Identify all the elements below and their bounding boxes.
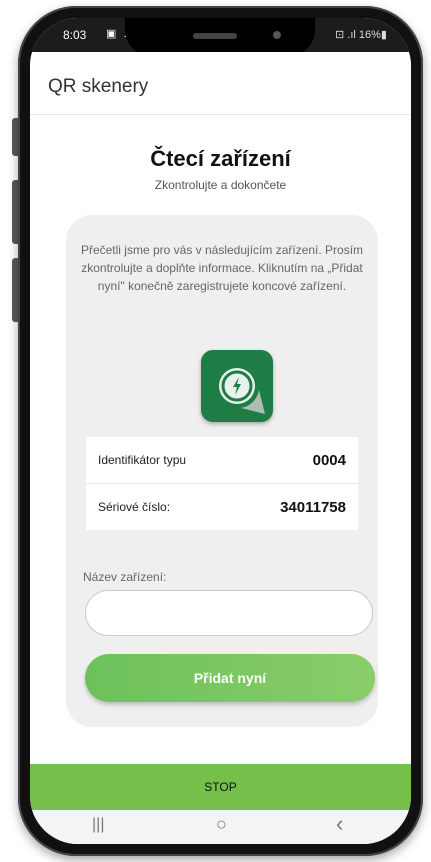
front-camera — [273, 31, 281, 39]
add-now-button[interactable]: Přidat nyní — [85, 654, 375, 702]
device-info-table: Identifikátor typu 0004 Sériové číslo: 3… — [86, 437, 358, 530]
device-card: Přečetli jsme pro vás v následujícím zař… — [66, 215, 378, 727]
device-name-label: Název zařízení: — [83, 570, 167, 584]
system-nav-bar: ||| ○ ‹ — [30, 810, 411, 844]
type-id-label: Identifikátor typu — [98, 453, 187, 467]
scanner-app-icon — [201, 350, 273, 422]
phone-frame: 8:03 ▣ ☁ ⊡ .ıl 16%▮ QR skenery Čtecí zař… — [18, 6, 423, 856]
page-subtitle: Zkontrolujte a dokončete — [154, 178, 287, 192]
status-time: 8:03 — [63, 28, 87, 42]
recents-icon[interactable]: ||| — [92, 816, 104, 834]
device-name-input[interactable] — [85, 590, 373, 636]
table-row: Identifikátor typu 0004 — [86, 437, 358, 484]
phone-screen: 8:03 ▣ ☁ ⊡ .ıl 16%▮ QR skenery Čtecí zař… — [30, 18, 411, 844]
camera-notch — [125, 18, 315, 56]
status-battery-signal: ⊡ .ıl 16%▮ — [335, 29, 387, 41]
app-bar: QR skenery — [30, 52, 411, 115]
serial-number-label: Sériové číslo: — [98, 500, 171, 514]
serial-number-value: 34011758 — [280, 498, 346, 516]
back-icon[interactable]: ‹ — [336, 811, 343, 837]
type-id-value: 0004 — [312, 451, 346, 469]
intro-text: Přečetli jsme pro vás v následujícím zař… — [80, 243, 364, 293]
speaker-grille — [193, 33, 237, 39]
table-row: Sériové číslo: 34011758 — [86, 484, 358, 530]
home-icon[interactable]: ○ — [216, 814, 227, 835]
stop-button[interactable]: STOP — [30, 764, 411, 810]
app-title: QR skenery — [48, 76, 149, 97]
page-title: Čtecí zařízení — [150, 146, 291, 171]
